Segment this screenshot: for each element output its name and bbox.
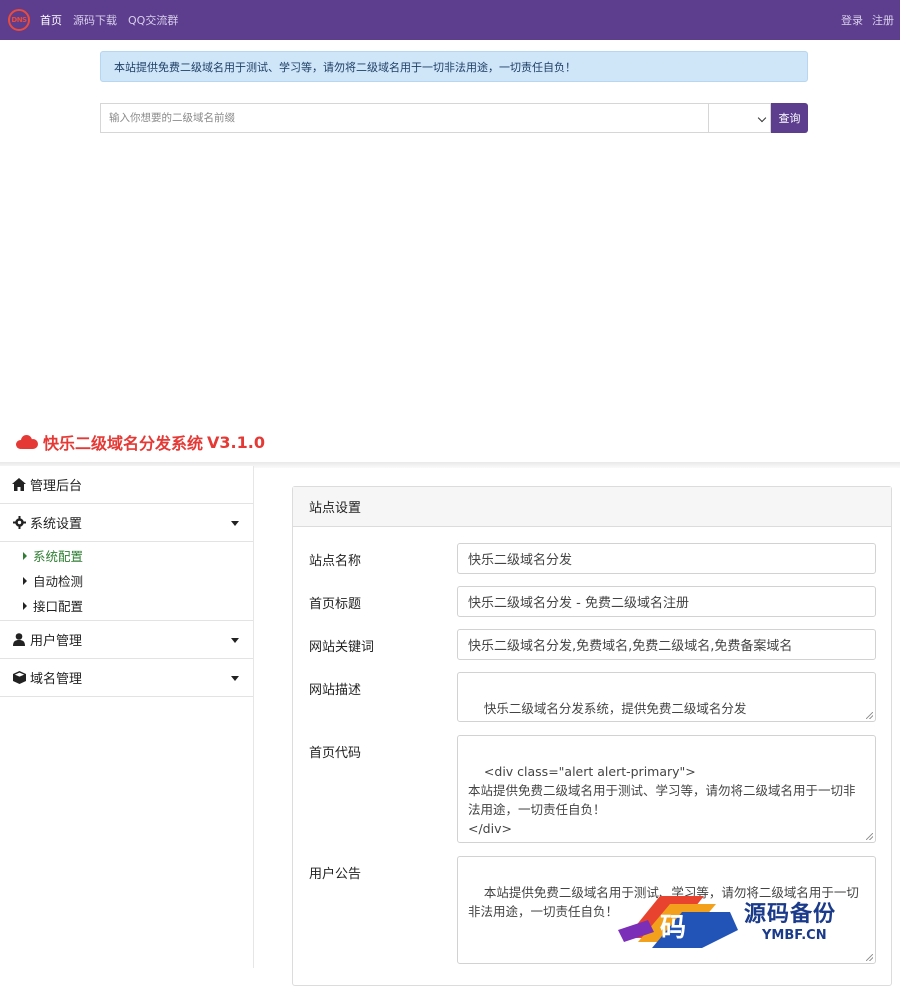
caret-down-icon	[231, 676, 239, 681]
sidebar-label-system: 系统设置	[30, 517, 83, 532]
caret-down-icon	[231, 638, 239, 643]
caret-right-icon	[23, 601, 27, 610]
admin-sidebar: 管理后台 系统设置 系统配置 自动检测 接口配置 用户管理 域名管理	[0, 466, 254, 968]
home-code-text: <div class="alert alert-primary"> 本站提供免费…	[468, 764, 856, 836]
resize-grip-icon[interactable]	[866, 833, 873, 840]
watermark: 码 源码备份 YMBF.CN	[618, 886, 900, 956]
dns-logo-icon[interactable]: DNS	[8, 9, 30, 31]
sidebar-item-system[interactable]: 系统设置	[0, 504, 253, 542]
subdomain-input[interactable]	[100, 103, 708, 133]
cloud-icon	[16, 435, 38, 449]
caret-down-icon	[231, 521, 239, 526]
sidebar-label-domains: 域名管理	[30, 672, 83, 687]
sidebar-item-system-config[interactable]: 系统配置	[0, 543, 253, 568]
domain-search-bar: 查询	[100, 103, 808, 133]
description-label: 网站描述	[309, 683, 362, 698]
home-icon	[12, 478, 26, 492]
nav-qq-link[interactable]: QQ交流群	[128, 12, 178, 28]
chevron-down-icon	[757, 113, 767, 123]
top-navbar: DNS 首页 源码下载 QQ交流群 登录 注册	[0, 0, 900, 40]
nav-links: 首页 源码下载 QQ交流群	[40, 12, 178, 28]
submenu-label: 自动检测	[33, 574, 84, 589]
login-link[interactable]: 登录	[841, 12, 863, 28]
site-name-input[interactable]: 快乐二级域名分发	[457, 543, 876, 574]
register-link[interactable]: 注册	[872, 12, 894, 28]
home-code-textarea[interactable]: <div class="alert alert-primary"> 本站提供免费…	[457, 735, 876, 843]
nav-home-link[interactable]: 首页	[40, 12, 62, 28]
watermark-text: 源码备份	[744, 902, 837, 927]
description-text: 快乐二级域名分发系统，提供免费二级域名分发	[483, 701, 747, 716]
keywords-input[interactable]: 快乐二级域名分发,免费域名,免费二级域名,免费备案域名	[457, 629, 876, 660]
brand-version: V3.1.0	[207, 432, 265, 452]
site-name-label: 站点名称	[309, 554, 362, 569]
home-title-input[interactable]: 快乐二级域名分发 - 免费二级域名注册	[457, 586, 876, 617]
caret-right-icon	[23, 551, 27, 560]
resize-grip-icon[interactable]	[866, 712, 873, 719]
admin-brand[interactable]: 快乐二级域名分发系统 V3.1.0	[16, 428, 265, 456]
gear-icon	[12, 516, 26, 530]
sidebar-item-dashboard[interactable]: 管理后台	[0, 466, 253, 504]
nav-auth-links: 登录 注册	[841, 12, 894, 28]
brand-title: 快乐二级域名分发系统	[43, 434, 204, 453]
sidebar-item-users[interactable]: 用户管理	[0, 621, 253, 659]
sidebar-item-domains[interactable]: 域名管理	[0, 659, 253, 697]
panel-title: 站点设置	[293, 487, 891, 527]
description-textarea[interactable]: 快乐二级域名分发系统，提供免费二级域名分发	[457, 672, 876, 722]
query-button[interactable]: 查询	[771, 103, 808, 133]
notice-label: 用户公告	[309, 867, 362, 882]
submenu-label: 系统配置	[33, 549, 84, 564]
user-icon	[12, 633, 26, 647]
sidebar-item-api-config[interactable]: 接口配置	[0, 593, 253, 618]
sidebar-label-dashboard: 管理后台	[30, 479, 83, 494]
sidebar-label-users: 用户管理	[30, 634, 83, 649]
watermark-logo-icon: 码	[618, 896, 738, 948]
cube-icon	[12, 671, 26, 685]
submenu-label: 接口配置	[33, 599, 84, 614]
caret-right-icon	[23, 576, 27, 585]
system-submenu: 系统配置 自动检测 接口配置	[0, 542, 253, 621]
home-title-label: 首页标题	[309, 597, 362, 612]
watermark-url: YMBF.CN	[762, 928, 827, 943]
sidebar-item-auto-check[interactable]: 自动检测	[0, 568, 253, 593]
notice-alert: 本站提供免费二级域名用于测试、学习等，请勿将二级域名用于一切非法用途，一切责任自…	[100, 51, 808, 82]
watermark-glyph: 码	[660, 913, 686, 943]
keywords-label: 网站关键词	[309, 640, 375, 655]
domain-select[interactable]	[708, 103, 771, 133]
logo-text: DNS	[11, 16, 27, 24]
nav-download-link[interactable]: 源码下载	[73, 12, 117, 28]
home-code-label: 首页代码	[309, 746, 362, 761]
